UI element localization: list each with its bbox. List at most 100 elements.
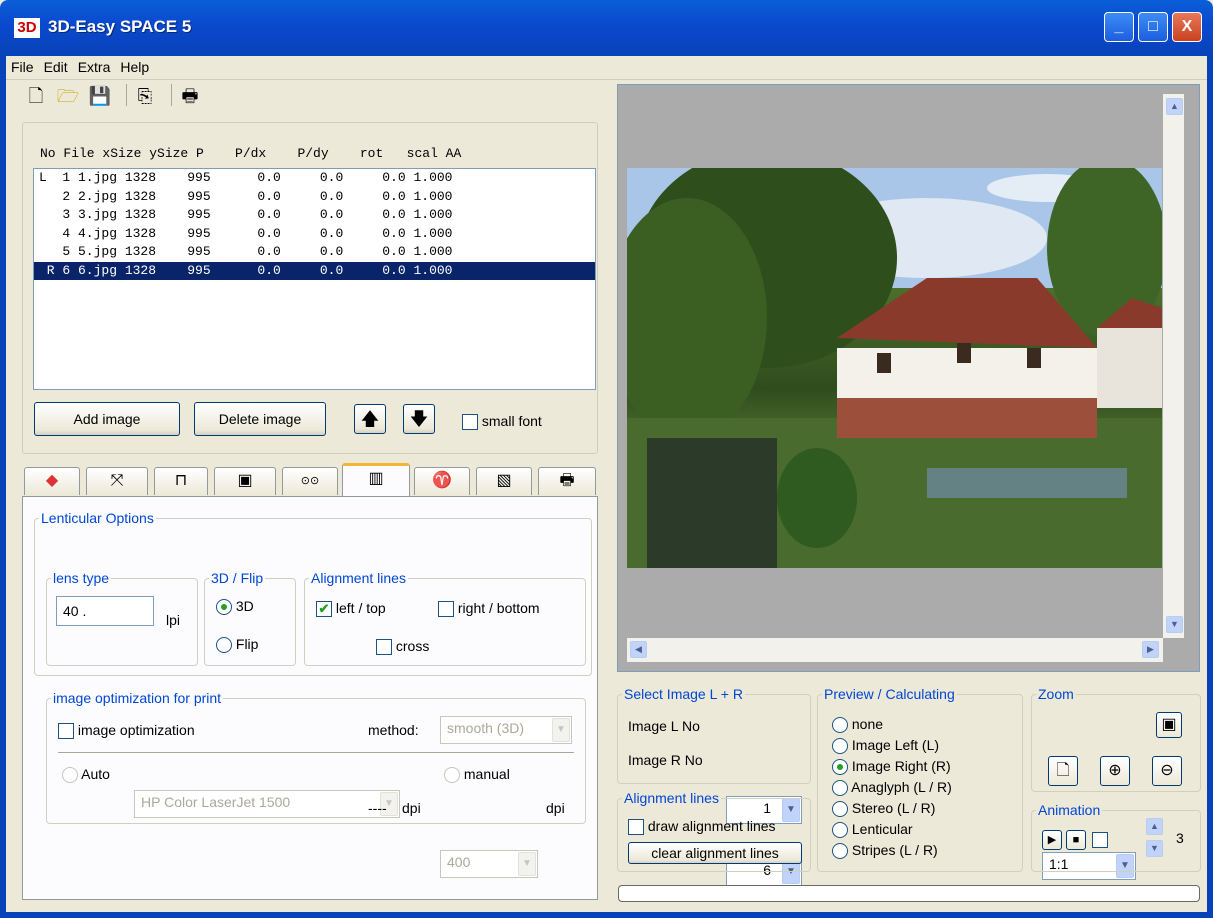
select-image-legend: Select Image L + R bbox=[624, 686, 743, 702]
preview-option-right[interactable]: Image Right (R) bbox=[832, 756, 952, 777]
close-button[interactable]: X bbox=[1172, 12, 1202, 42]
tab-image[interactable]: ▣ bbox=[214, 467, 276, 495]
draw-alignment-option[interactable]: draw alignment lines bbox=[628, 818, 776, 836]
radio-left[interactable] bbox=[832, 738, 848, 755]
select-image-group: Select Image L + R bbox=[617, 686, 811, 784]
method-select[interactable]: smooth (3D) ▼ bbox=[440, 716, 572, 744]
tab-stereo[interactable]: ⊙⊙ bbox=[282, 467, 338, 495]
minimize-button[interactable]: _ bbox=[1104, 12, 1134, 42]
tab-crop[interactable]: ⊓ bbox=[154, 467, 208, 495]
left-top-option[interactable]: ✔ left / top bbox=[316, 600, 386, 618]
scroll-left-icon[interactable]: ◀ bbox=[630, 641, 647, 658]
tab-edit[interactable]: ▧ bbox=[476, 467, 532, 495]
animation-up-icon[interactable]: ▲ bbox=[1146, 818, 1163, 835]
zoom-out-button[interactable]: ⊖ bbox=[1152, 756, 1182, 786]
preview-option-lenticular[interactable]: Lenticular bbox=[832, 819, 952, 840]
page-zoom-icon: 🗋 bbox=[1056, 762, 1070, 779]
list-header: No File xSize ySize P P/dx P/dy rot scal… bbox=[40, 146, 462, 161]
list-row[interactable]: 4 4.jpg 1328 995 0.0 0.0 0.0 1.000 bbox=[34, 225, 595, 244]
stop-button[interactable]: ■ bbox=[1066, 830, 1086, 850]
preview-option-stereo[interactable]: Stereo (L / R) bbox=[832, 798, 952, 819]
auto-option[interactable]: Auto bbox=[62, 766, 110, 784]
image-optimization-label: image optimization bbox=[77, 722, 195, 738]
window-frame-left bbox=[0, 56, 6, 918]
maximize-button[interactable]: □ bbox=[1138, 12, 1168, 42]
method-label: method: bbox=[368, 722, 419, 738]
small-font-label: small font bbox=[481, 413, 542, 429]
radio-3d[interactable] bbox=[216, 599, 232, 616]
small-font-checkbox[interactable] bbox=[462, 414, 478, 431]
printer-select[interactable]: HP Color LaserJet 1500 ▼ bbox=[134, 790, 400, 818]
add-image-button[interactable]: Add image bbox=[34, 402, 180, 436]
list-row[interactable]: 2 2.jpg 1328 995 0.0 0.0 0.0 1.000 bbox=[34, 188, 595, 207]
tab-lenticular[interactable]: ▥ bbox=[342, 463, 410, 497]
horizontal-scrollbar[interactable] bbox=[627, 638, 1163, 662]
option-flip[interactable]: Flip bbox=[216, 636, 258, 654]
dpi-select[interactable]: 400 ▼ bbox=[440, 850, 538, 878]
play-button[interactable]: ▶ bbox=[1042, 830, 1062, 850]
tab-color[interactable]: ◆ bbox=[24, 467, 80, 495]
menu-edit[interactable]: Edit bbox=[39, 56, 73, 78]
vertical-scrollbar[interactable] bbox=[1163, 94, 1184, 638]
list-row[interactable]: 3 3.jpg 1328 995 0.0 0.0 0.0 1.000 bbox=[34, 206, 595, 225]
list-row-selected[interactable]: R 6 6.jpg 1328 995 0.0 0.0 0.0 1.000 bbox=[34, 261, 595, 280]
move-up-button[interactable]: 🡅 bbox=[354, 404, 386, 434]
list-row[interactable]: L 1 1.jpg 1328 995 0.0 0.0 0.0 1.000 bbox=[34, 169, 595, 188]
lens-type-input[interactable]: 40 . bbox=[56, 596, 154, 626]
list-row[interactable]: 5 5.jpg 1328 995 0.0 0.0 0.0 1.000 bbox=[34, 243, 595, 262]
image-list[interactable]: L 1 1.jpg 1328 995 0.0 0.0 0.0 1.000 2 2… bbox=[33, 168, 596, 390]
clear-alignment-button[interactable]: clear alignment lines bbox=[628, 842, 802, 864]
scroll-right-icon[interactable]: ▶ bbox=[1142, 641, 1159, 658]
radio-right[interactable] bbox=[832, 759, 848, 776]
delete-image-button[interactable]: Delete image bbox=[194, 402, 326, 436]
menu-extra[interactable]: Extra bbox=[73, 56, 116, 78]
menu-file[interactable]: File bbox=[6, 56, 39, 78]
fit-window-button[interactable]: ▣ bbox=[1156, 712, 1182, 738]
preview-option-none[interactable]: none bbox=[832, 714, 952, 735]
manual-option[interactable]: manual bbox=[444, 766, 510, 784]
alignment-lines-group: Alignment lines bbox=[304, 570, 586, 666]
loop-checkbox[interactable] bbox=[1092, 832, 1108, 848]
arrow-down-icon: 🡇 bbox=[409, 409, 429, 429]
tab-print[interactable]: 🖶 bbox=[538, 467, 596, 495]
print-icon[interactable]: 🖶 bbox=[178, 84, 202, 108]
right-bottom-option[interactable]: right / bottom bbox=[438, 600, 540, 618]
copy-icon[interactable]: ⎘ bbox=[133, 84, 157, 108]
preview-option-anaglyph[interactable]: Anaglyph (L / R) bbox=[832, 777, 952, 798]
option-label: Lenticular bbox=[851, 821, 913, 837]
app-icon: 3D bbox=[14, 18, 40, 38]
move-down-button[interactable]: 🡇 bbox=[403, 404, 435, 434]
radio-auto[interactable] bbox=[62, 767, 78, 784]
radio-lenticular[interactable] bbox=[832, 822, 848, 839]
fit-window-icon: ▣ bbox=[1161, 716, 1177, 733]
image-optimization-option[interactable]: image optimization bbox=[58, 722, 195, 740]
option-3d-label: 3D bbox=[235, 598, 254, 614]
preview-zoom-button[interactable]: 🗋 bbox=[1048, 756, 1078, 786]
radio-flip[interactable] bbox=[216, 637, 232, 654]
tab-transform[interactable]: ⤧ bbox=[86, 467, 148, 495]
preview-option-left[interactable]: Image Left (L) bbox=[832, 735, 952, 756]
small-font-option[interactable]: small font bbox=[462, 413, 542, 431]
preview-option-stripes[interactable]: Stripes (L / R) bbox=[832, 840, 952, 861]
radio-stereo[interactable] bbox=[832, 801, 848, 818]
cross-option[interactable]: cross bbox=[376, 638, 429, 656]
radio-none[interactable] bbox=[832, 717, 848, 734]
left-top-checkbox[interactable]: ✔ bbox=[316, 601, 332, 618]
zoom-in-button[interactable]: ⊕ bbox=[1100, 756, 1130, 786]
scroll-up-icon[interactable]: ▲ bbox=[1166, 98, 1183, 115]
open-folder-icon[interactable]: 🗁 bbox=[56, 84, 80, 108]
save-icon[interactable]: 💾 bbox=[88, 84, 112, 108]
radio-manual[interactable] bbox=[444, 767, 460, 784]
tab-animation[interactable]: ♈ bbox=[414, 467, 470, 495]
image-optimization-checkbox[interactable] bbox=[58, 723, 74, 740]
draw-alignment-checkbox[interactable] bbox=[628, 819, 644, 836]
menu-help[interactable]: Help bbox=[115, 56, 154, 78]
right-bottom-checkbox[interactable] bbox=[438, 601, 454, 618]
animation-down-icon[interactable]: ▼ bbox=[1146, 840, 1163, 857]
new-file-icon[interactable]: 🗋 bbox=[24, 84, 48, 108]
radio-stripes[interactable] bbox=[832, 843, 848, 860]
radio-anaglyph[interactable] bbox=[832, 780, 848, 797]
scroll-down-icon[interactable]: ▼ bbox=[1166, 616, 1183, 633]
option-3d[interactable]: 3D bbox=[216, 598, 254, 616]
cross-checkbox[interactable] bbox=[376, 639, 392, 656]
